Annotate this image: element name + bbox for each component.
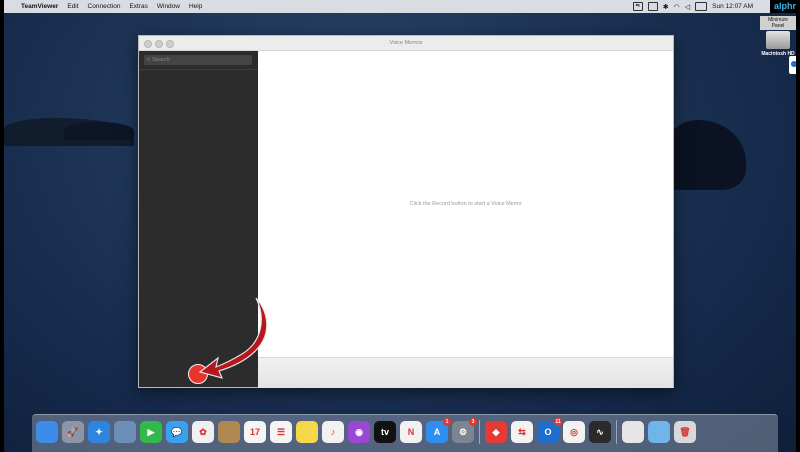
messages-glyph: 💬 bbox=[171, 427, 183, 437]
sidebar-divider bbox=[139, 69, 258, 70]
menu-clock[interactable]: Sun 12:07 AM bbox=[712, 3, 753, 10]
record-button[interactable] bbox=[188, 364, 208, 384]
search-icon: ⌕ bbox=[147, 57, 151, 63]
podcasts-glyph: ◉ bbox=[355, 427, 363, 437]
news-glyph: N bbox=[407, 427, 415, 437]
contacts-icon[interactable] bbox=[218, 421, 240, 443]
messages-icon[interactable]: 💬 bbox=[166, 421, 188, 443]
macintosh-hd[interactable]: Minimize Panel Macintosh HD bbox=[760, 16, 796, 57]
calendar-icon[interactable]: 17 bbox=[244, 421, 266, 443]
anydesk-glyph: ◆ bbox=[492, 427, 500, 437]
voice-memos-glyph: ∿ bbox=[596, 427, 604, 437]
music-icon[interactable]: ♪ bbox=[322, 421, 344, 443]
playback-footer bbox=[258, 357, 673, 388]
chrome-glyph: ◎ bbox=[570, 427, 578, 437]
teamviewer-icon[interactable]: ⇆ bbox=[511, 421, 533, 443]
alphr-watermark: alphr bbox=[769, 0, 800, 13]
dock: 🚀 ✦ ▶ 💬 ✿ 17 ☰ ♪ ◉ tv N A 1 ⚙ 3 ◆ ⇆ O 11 ◎ ∿ 🗑 bbox=[32, 414, 778, 452]
news-icon[interactable]: N bbox=[400, 421, 422, 443]
voice-memos-icon[interactable]: ∿ bbox=[589, 421, 611, 443]
notification-badge: 11 bbox=[554, 418, 562, 426]
music-glyph: ♪ bbox=[330, 427, 336, 437]
finder-icon[interactable] bbox=[36, 421, 58, 443]
reminders-icon[interactable]: ☰ bbox=[270, 421, 292, 443]
wifi-icon[interactable]: ◠ bbox=[674, 3, 680, 11]
menu-extras[interactable]: Extras bbox=[129, 3, 147, 10]
menu-teamviewer[interactable]: TeamViewer bbox=[21, 3, 58, 10]
notes-icon[interactable] bbox=[296, 421, 318, 443]
menu-window[interactable]: Window bbox=[157, 3, 180, 10]
notification-badge: 1 bbox=[443, 418, 451, 426]
voice-memos-window: Voice Memos ⌕ Search Click the Record but… bbox=[138, 35, 674, 388]
zoom-window-button[interactable] bbox=[166, 40, 174, 48]
desktop: TeamViewer Edit Connection Extras Window… bbox=[4, 0, 796, 452]
battery-icon[interactable] bbox=[695, 2, 708, 11]
photos-glyph: ✿ bbox=[199, 427, 207, 437]
launchpad-glyph: 🚀 bbox=[67, 427, 79, 437]
preview-icon[interactable] bbox=[114, 421, 136, 443]
chrome-icon[interactable]: ◎ bbox=[563, 421, 585, 443]
recordings-sidebar: ⌕ Search bbox=[139, 51, 258, 387]
dock-separator bbox=[616, 420, 617, 444]
title-bar: Voice Memos bbox=[139, 36, 673, 51]
menu-help[interactable]: Help bbox=[189, 3, 202, 10]
safari-glyph: ✦ bbox=[95, 427, 103, 437]
launchpad-icon[interactable]: 🚀 bbox=[62, 421, 84, 443]
teamviewer-glyph: ⇆ bbox=[518, 427, 526, 437]
outlook-glyph: O bbox=[544, 427, 552, 437]
system-preferences-icon[interactable]: ⚙ 3 bbox=[452, 418, 477, 443]
podcasts-icon[interactable]: ◉ bbox=[348, 421, 370, 443]
notification-badge: 3 bbox=[469, 418, 477, 426]
dock-separator bbox=[479, 420, 480, 444]
menu-connection[interactable]: Connection bbox=[88, 3, 121, 10]
teamviewer-panel-icon[interactable] bbox=[789, 56, 796, 74]
system-preferences-glyph: ⚙ bbox=[458, 427, 468, 437]
search-field[interactable]: ⌕ Search bbox=[144, 55, 252, 65]
island-right bbox=[666, 120, 746, 190]
island-left-peak bbox=[64, 122, 134, 140]
reminders-glyph: ☰ bbox=[276, 427, 286, 437]
apple-tv-glyph: tv bbox=[380, 427, 389, 437]
volume-icon[interactable]: ◁ bbox=[685, 3, 690, 11]
status-display-icon[interactable] bbox=[647, 2, 658, 11]
anydesk-icon[interactable]: ◆ bbox=[485, 421, 507, 443]
search-placeholder: Search bbox=[152, 57, 170, 63]
menu-edit[interactable]: Edit bbox=[67, 3, 78, 10]
outlook-icon[interactable]: O 11 bbox=[537, 418, 562, 443]
document-icon[interactable] bbox=[622, 421, 644, 443]
facetime-glyph: ▶ bbox=[147, 427, 155, 437]
apple-tv-icon[interactable]: tv bbox=[374, 421, 396, 443]
hard-drive-icon bbox=[766, 31, 790, 49]
app-store-icon[interactable]: A1 bbox=[426, 418, 451, 443]
close-window-button[interactable] bbox=[144, 40, 152, 48]
trash-glyph: 🗑 bbox=[679, 427, 691, 437]
folder-icon[interactable] bbox=[648, 421, 670, 443]
status-teamviewer-icon[interactable]: ⇆ bbox=[632, 2, 643, 11]
facetime-icon[interactable]: ▶ bbox=[140, 421, 162, 443]
menu-bar: TeamViewer Edit Connection Extras Window… bbox=[4, 0, 796, 13]
app-store-glyph: A bbox=[433, 427, 441, 437]
drive-panel-label: Minimize Panel bbox=[760, 16, 796, 30]
empty-state-message: Click the Record button to start a Voice… bbox=[409, 201, 522, 207]
minimize-window-button[interactable] bbox=[155, 40, 163, 48]
window-title: Voice Memos bbox=[389, 40, 423, 46]
calendar-glyph: 17 bbox=[249, 427, 260, 437]
trash-icon[interactable]: 🗑 bbox=[674, 421, 696, 443]
bluetooth-icon[interactable]: ✱ bbox=[663, 3, 669, 11]
photos-icon[interactable]: ✿ bbox=[192, 421, 214, 443]
safari-icon[interactable]: ✦ bbox=[88, 421, 110, 443]
memo-detail-pane: Click the Record button to start a Voice… bbox=[258, 51, 673, 357]
